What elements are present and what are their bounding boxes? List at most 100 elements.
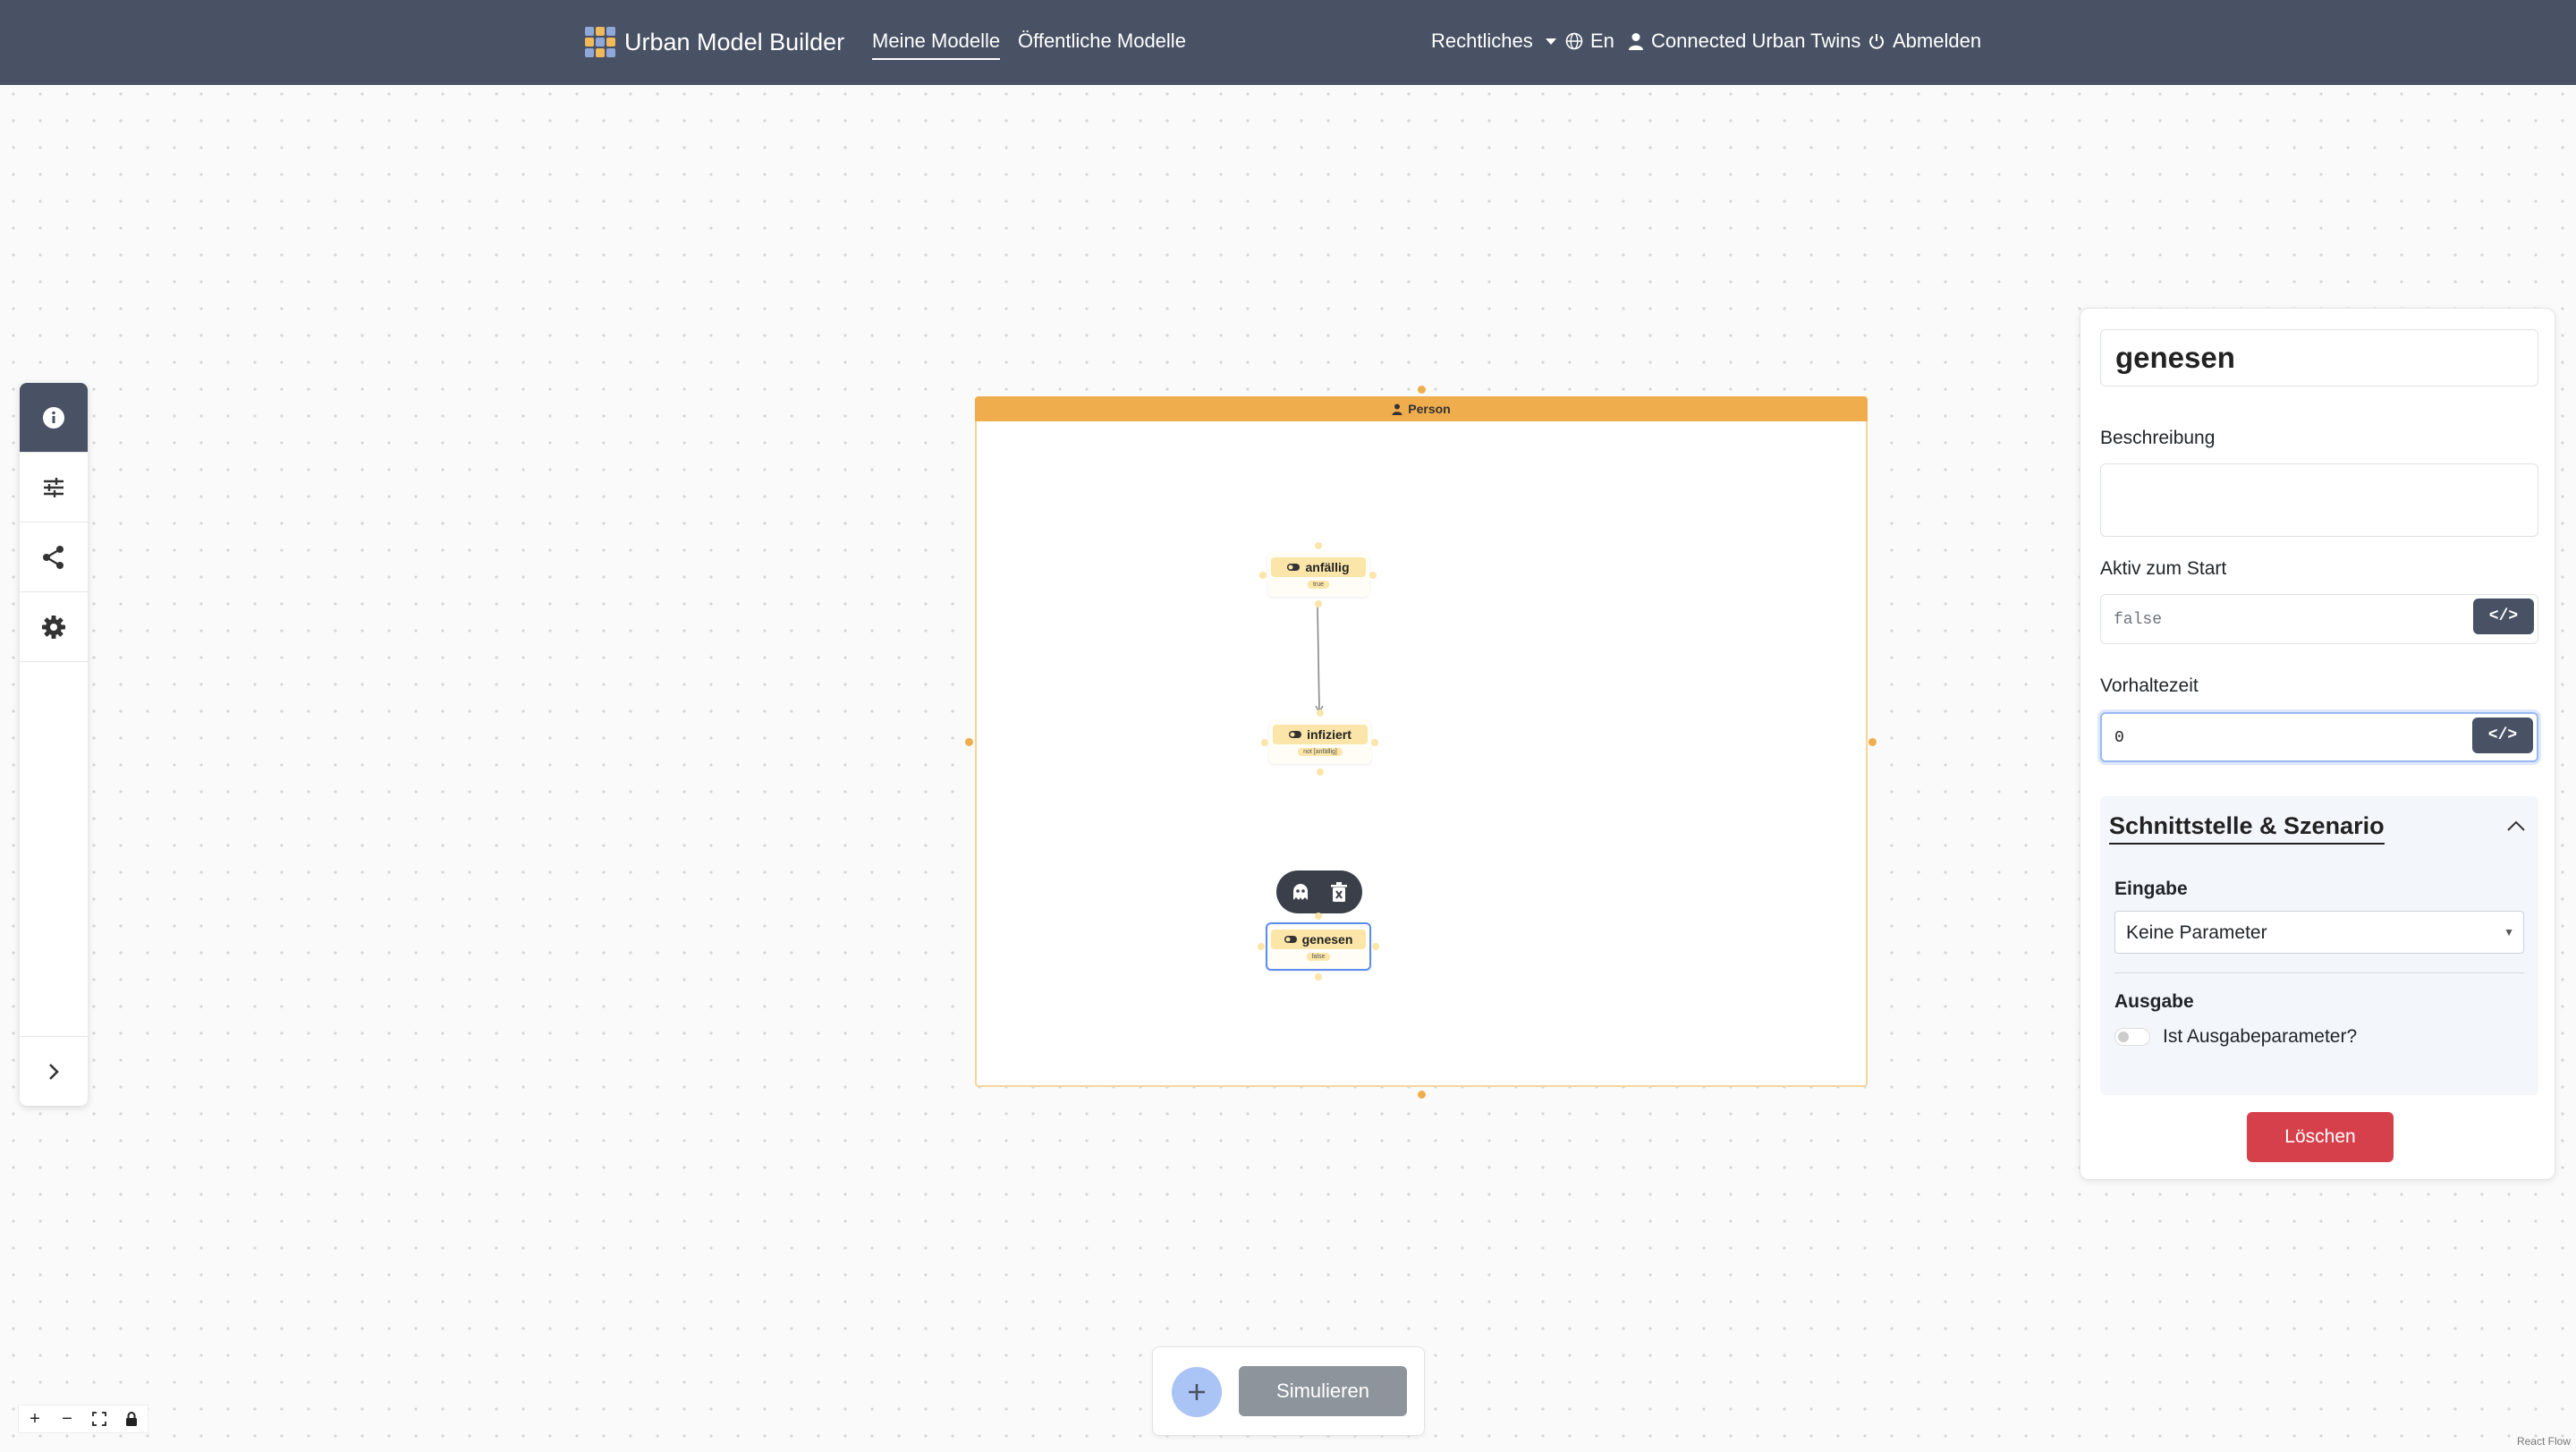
plus-icon [1189,1384,1205,1400]
flow-controls: + − [18,1405,148,1433]
user-icon [1629,33,1643,50]
lead-time-label: Vorhaltezeit [2100,675,2199,696]
nav-public-models[interactable]: Öffentliche Modelle [1018,30,1186,53]
simulate-button[interactable]: Simulieren [1239,1366,1407,1416]
active-start-label: Aktiv zum Start [2100,558,2227,579]
chevron-up-icon[interactable] [2506,819,2526,832]
lock-icon [126,1412,137,1426]
node-handle[interactable] [1315,542,1322,549]
toggle-icon [1287,564,1301,571]
node-label: anfällig [1305,560,1350,574]
sidebar-item-settings[interactable] [20,592,88,662]
chevron-right-icon [49,1063,59,1080]
node-label: infiziert [1307,727,1352,742]
lead-time-editor[interactable]: 0 </> [2100,712,2538,762]
zoom-in-button[interactable]: + [19,1405,51,1432]
fit-view-button[interactable] [83,1405,115,1432]
logout-button[interactable]: Abmelden [1868,30,1981,53]
globe-icon [1565,32,1583,50]
node-handle[interactable] [1258,943,1265,950]
fit-view-icon [92,1412,106,1426]
brand[interactable]: Urban Model Builder [585,27,844,57]
gear-icon [42,615,65,639]
person-group-node[interactable]: Person [975,396,1868,1087]
node-value: true [1307,581,1330,589]
info-icon [43,406,64,429]
output-label: Ausgabe [2114,991,2194,1012]
sliders-icon [44,477,64,497]
select-arrow-icon: ▼ [2504,926,2514,938]
zoom-out-button[interactable]: − [51,1405,83,1432]
add-node-button[interactable] [1172,1367,1222,1417]
node-handle[interactable] [1315,913,1322,920]
node-value: false [1306,953,1331,961]
input-label: Eingabe [2114,879,2188,899]
code-editor-button[interactable]: </> [2473,599,2534,634]
react-flow-attribution[interactable]: React Flow [2517,1435,2571,1448]
sidebar-expand-button[interactable] [20,1036,88,1106]
left-sidebar [20,383,88,1106]
language-switch[interactable]: En [1565,30,1614,53]
trash-icon[interactable] [1330,882,1348,902]
output-toggle-label: Ist Ausgabeparameter? [2163,1026,2358,1047]
input-select[interactable]: Keine Parameter ▼ [2114,911,2524,954]
active-start-editor[interactable]: false </> [2100,594,2538,644]
group-handle-left[interactable] [965,738,973,746]
node-handle[interactable] [1317,709,1324,717]
group-handle-bottom[interactable] [1418,1091,1426,1099]
node-handle[interactable] [1372,943,1379,950]
node-handle[interactable] [1315,973,1322,981]
node-handle[interactable] [1369,572,1377,579]
group-header[interactable]: Person [975,396,1868,421]
node-handle[interactable] [1317,768,1324,776]
interface-scenario-section: Schnittstelle & Szenario Eingabe Keine P… [2100,796,2538,1095]
node-value: not [anfällig] [1298,748,1343,756]
description-label: Beschreibung [2100,428,2216,448]
power-icon [1869,34,1884,49]
sidebar-item-info[interactable] [20,383,88,453]
section-title[interactable]: Schnittstelle & Szenario [2109,812,2385,845]
node-handle[interactable] [1261,739,1268,746]
output-toggle[interactable] [2114,1028,2150,1046]
bottom-action-bar: Simulieren [1152,1346,1425,1436]
lock-button[interactable] [115,1405,148,1432]
legal-label: Rechtliches [1431,30,1533,52]
language-label: En [1590,30,1614,52]
delete-button[interactable]: Löschen [2247,1112,2394,1162]
nav-my-models[interactable]: Meine Modelle [872,30,1001,60]
group-title: Person [1408,402,1451,416]
node-label: genesen [1301,932,1353,947]
brand-logo-icon [585,27,615,57]
active-start-value: false [2114,611,2163,629]
flow-edge[interactable] [1306,604,1333,720]
name-input[interactable]: genesen [2100,329,2538,386]
group-handle-right[interactable] [1868,738,1877,746]
caret-down-icon [1545,38,1556,45]
user-label: Connected Urban Twins [1651,30,1861,52]
user-menu[interactable]: Connected Urban Twins [1628,30,1860,53]
node-handle[interactable] [1371,739,1378,746]
state-node-genesen[interactable]: genesen false [1266,922,1371,971]
share-icon [43,545,64,569]
code-editor-button[interactable]: </> [2472,718,2533,753]
logout-label: Abmelden [1893,30,1982,52]
toggle-icon [1289,731,1302,738]
toggle-icon [1284,936,1297,943]
ghost-icon[interactable] [1291,882,1310,902]
user-icon [1392,403,1402,415]
description-textarea[interactable] [2100,463,2538,537]
node-handle[interactable] [1259,572,1267,579]
properties-panel: genesen Beschreibung Aktiv zum Start fal… [2080,308,2555,1180]
navbar: Urban Model Builder Meine Modelle Öffent… [0,0,2576,85]
brand-title: Urban Model Builder [624,28,845,55]
sidebar-item-parameters[interactable] [20,453,88,522]
node-toolbar [1276,870,1362,913]
group-handle-top[interactable] [1418,386,1426,394]
lead-time-value: 0 [2114,729,2124,747]
node-handle[interactable] [1315,600,1322,607]
divider [2114,972,2524,973]
sidebar-item-share[interactable] [20,522,88,592]
state-node-infiziert[interactable]: infiziert not [anfällig] [1269,719,1371,764]
legal-dropdown[interactable]: Rechtliches [1431,30,1556,53]
state-node-anfaellig[interactable]: anfällig true [1267,552,1369,597]
